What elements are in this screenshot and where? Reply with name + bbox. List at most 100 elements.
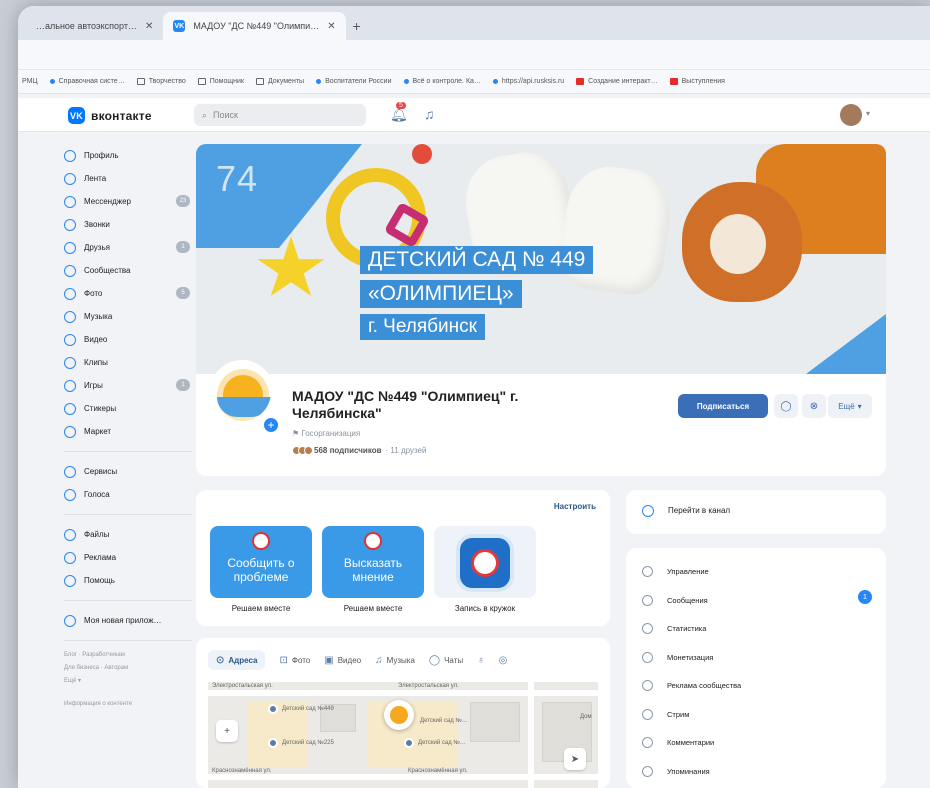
close-tab-icon[interactable]: ✕ [145,21,153,32]
communities-icon [64,264,76,277]
user-avatar[interactable] [840,104,862,126]
widget-club-signup[interactable] [434,526,536,598]
group-avatar[interactable] [210,360,274,424]
map-marker[interactable] [268,738,278,748]
sidebar-item-market[interactable]: Маркет [64,420,192,443]
subscribe-button[interactable]: Подписаться [678,394,768,418]
bookmark-2[interactable]: Справочная систе… [49,78,125,85]
manage-item-ads[interactable]: Реклама сообщества [642,680,741,691]
map-marker[interactable] [268,704,278,714]
bookmark-6[interactable]: Воспитатели России [316,78,392,85]
setup-link[interactable]: Настроить [554,502,596,511]
sidebar-item-label: Маркет [84,427,112,436]
sidebar-item-communities[interactable]: Сообщества [64,259,192,282]
browser-tab-2[interactable]: VK МАДОУ "ДС №449 "Олимпи… ✕ [163,12,346,40]
close-tab-icon[interactable]: ✕ [327,21,335,32]
tab-more[interactable]: ◎ [499,650,508,670]
sidebar-item-label: Мессенджер [84,197,131,206]
sidebar-item-photo[interactable]: Фото 5 [64,282,192,305]
cover-number: 74 [216,158,259,199]
sidebar-item-friends[interactable]: Друзья 1 [64,236,192,259]
sidebar-item-label: Друзья [84,243,110,252]
map-place-label: Детский сад №225 [282,740,334,746]
manage-item-mentions[interactable]: Упоминания [642,765,710,777]
map-road [528,682,534,788]
tab-addresses[interactable]: ⊙ Адреса [208,650,266,670]
youtube-icon [576,78,585,85]
widget-report-problem[interactable]: Сообщить о проблеме [210,526,312,598]
manage-item-comments[interactable]: Комментарии [642,737,714,748]
site-icon [49,79,55,84]
sidebar-item-messenger[interactable]: Мессенджер 23 [64,190,192,213]
bookmark-7[interactable]: Всё о контроле. Ка… [403,78,481,85]
tab-video[interactable]: ▣ Видео [324,650,361,670]
vk-logo[interactable]: VK вконтакте [68,107,152,124]
bookmark-1[interactable]: РМЦ [22,78,38,85]
notifications-bell-icon[interactable]: 🔔︎ 5 [390,102,408,123]
manage-icon [642,566,653,577]
sidebar-item-clips[interactable]: Клипы [64,351,192,374]
settings-icon[interactable]: ⊗ [802,394,826,418]
statistics-icon [642,623,653,634]
messages-badge: 1 [858,590,872,604]
bookmark-folder-3[interactable]: Творчество [136,78,186,85]
group-header: + МАДОУ "ДС №449 "Олимпиец" г. Челябинск… [196,360,886,476]
clips-icon [64,356,76,369]
chevron-down-icon[interactable]: ▾ [866,109,870,118]
widget-caption: Запись в кружок [454,604,516,613]
tab-music[interactable]: ♫ Музыка [375,650,415,670]
sidebar-item-video[interactable]: Видео [64,328,192,351]
map-main-pin-icon[interactable] [384,700,414,730]
sidebar-item-files[interactable]: Файлы [64,523,192,546]
content-info-link[interactable]: Информация о контенте [64,698,192,711]
subscribers-info[interactable]: 568 подписчиков · 11 друзей [292,446,426,455]
manage-item-stream[interactable]: Стрим [642,708,689,720]
sidebar-item-votes[interactable]: Голоса [64,483,192,506]
bookmark-9[interactable]: Создание интеракт… [576,78,658,85]
sidebar-item-services[interactable]: Сервисы [64,460,192,483]
message-icon[interactable]: ◯ [774,394,798,418]
sidebar-item-profile[interactable]: Профиль [64,144,192,167]
manage-item-messages[interactable]: Сообщения [642,594,708,606]
photo-icon [64,287,76,300]
manage-item-manage[interactable]: Управление [642,566,709,577]
sidebar-count-badge: 1 [176,379,190,391]
footer-link[interactable]: Блог · Разработчикам [64,649,192,662]
navigate-arrow-icon[interactable]: ➤ [564,748,586,770]
new-tab-button[interactable]: + [346,12,368,40]
widget-give-opinion[interactable]: Высказать мнение [322,526,424,598]
tab-bar: …альное автоэкспорт… ✕ VK МАДОУ "ДС №449… [18,6,930,40]
bookmark-8[interactable]: https://api.rusksis.ru [492,78,564,85]
add-photo-icon[interactable]: + [262,416,280,434]
address-bar[interactable] [18,40,930,70]
tab-title: …альное автоэкспорт… [36,21,137,31]
search-input[interactable]: ⌕ Поиск [194,104,366,126]
sidebar-item-feed[interactable]: Лента [64,167,192,190]
manage-item-label: Статистика [667,624,707,633]
footer-link[interactable]: Ещё ▾ [64,675,192,688]
footer-link[interactable]: Для бизнеса · Авторам [64,662,192,675]
sidebar-item-ads[interactable]: Реклама [64,546,192,569]
channel-card[interactable]: Перейти в канал [626,490,886,534]
map-marker[interactable] [404,738,414,748]
music-note-icon[interactable]: ♫ [424,106,435,122]
more-button[interactable]: Ещё ▾ [828,394,872,418]
bookmark-folder-5[interactable]: Документы [255,78,304,85]
map-view[interactable]: Электростальская ул. Электростальская ул… [208,682,598,788]
widgets-card: Настроить Сообщить о проблеме Высказать … [196,490,610,626]
sidebar-item-music[interactable]: Музыка [64,305,192,328]
sidebar-item-calls[interactable]: Звонки [64,213,192,236]
bookmark-folder-4[interactable]: Помощник [197,78,244,85]
sidebar-item-help[interactable]: Помощь [64,569,192,592]
manage-item-statistics[interactable]: Статистика [642,623,706,634]
manage-item-monetization[interactable]: Монетизация [642,651,713,663]
tab-photo[interactable]: ⊡ Фото [279,650,310,670]
bookmark-10[interactable]: Выступления [669,78,725,85]
tab-clips[interactable]: ♁ [477,650,485,670]
tab-chats[interactable]: ◯ Чаты [429,650,463,670]
zoom-in-icon[interactable]: + [216,720,238,742]
browser-tab-1[interactable]: …альное автоэкспорт… ✕ [26,12,163,40]
sidebar-item-stickers[interactable]: Стикеры [64,397,192,420]
sidebar-item-games[interactable]: Игры 1 [64,374,192,397]
sidebar-item-app[interactable]: Моя новая прилож… [64,609,192,632]
